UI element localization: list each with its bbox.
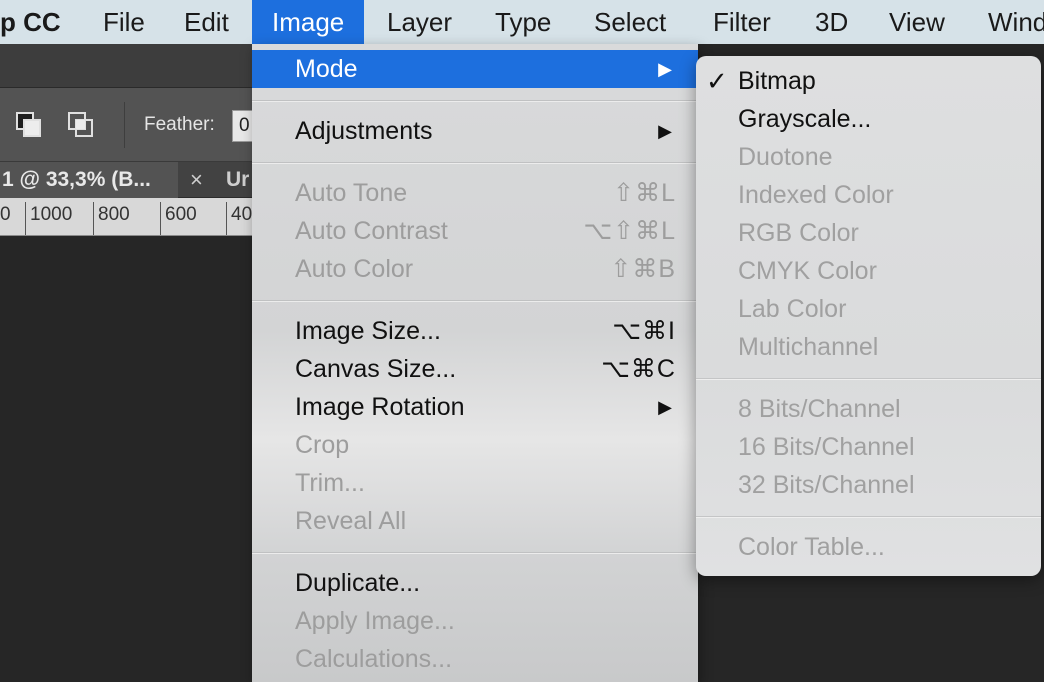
submenu-item-label: Indexed Color [738,181,894,209]
submenu-item-color-table[interactable]: Color Table... [696,528,1041,566]
menubar-edit[interactable]: Edit [184,0,229,44]
menubar-file[interactable]: File [103,0,145,44]
submenu-item-label: 16 Bits/Channel [738,433,915,461]
ruler-tick: 1000 [25,202,72,235]
menu-item-mode[interactable]: Mode ▶ [252,50,698,88]
menubar-type[interactable]: Type [495,0,551,44]
submenu-item-lab-color[interactable]: Lab Color [696,290,1041,328]
intersect-selection-icon[interactable] [66,110,96,140]
submenu-item-rgb-color[interactable]: RGB Color [696,214,1041,252]
menu-item-canvas-size[interactable]: Canvas Size... ⌥⌘C [252,350,698,388]
submenu-item-indexed-color[interactable]: Indexed Color [696,176,1041,214]
menu-item-reveal-all[interactable]: Reveal All [252,502,698,540]
feather-label: Feather: [144,114,215,135]
submenu-item-grayscale[interactable]: Grayscale... [696,100,1041,138]
submenu-item-label: 8 Bits/Channel [738,395,901,423]
menu-separator [252,100,698,102]
menu-shortcut: ⌥⇧⌘L [583,217,676,245]
submenu-separator [696,378,1041,380]
application-bar [0,44,252,88]
menu-item-auto-contrast[interactable]: Auto Contrast ⌥⇧⌘L [252,212,698,250]
menu-item-label: Duplicate... [295,569,421,597]
checkmark-icon: ✓ [706,66,728,96]
menu-item-label: Auto Color [295,255,414,283]
menubar-image[interactable]: Image [252,0,365,44]
ruler-tick: 0 [0,204,11,225]
options-divider [124,102,125,148]
document-tab-active[interactable]: 1 @ 33,3% (B... [0,162,178,198]
menu-item-label: Auto Contrast [295,217,448,245]
submenu-item-label: Bitmap [738,67,816,95]
menu-item-label: Reveal All [295,507,407,535]
menu-item-label: Calculations... [295,645,453,673]
submenu-item-label: Duotone [738,143,833,171]
horizontal-ruler: 0 1000 800 600 40 [0,198,252,236]
ruler-tick: 800 [93,202,130,235]
ruler-tick: 40 [226,202,252,235]
submenu-item-16-bits[interactable]: 16 Bits/Channel [696,428,1041,466]
submenu-item-bitmap[interactable]: ✓ Bitmap [696,62,1041,100]
submenu-item-label: RGB Color [738,219,859,247]
menu-item-label: Image Size... [295,317,441,345]
submenu-item-label: 32 Bits/Channel [738,471,915,499]
submenu-item-multichannel[interactable]: Multichannel [696,328,1041,366]
subtract-selection-icon[interactable] [14,110,44,140]
menu-shortcut: ⇧⌘L [613,179,676,207]
menu-item-image-rotation[interactable]: Image Rotation ▶ [252,388,698,426]
menu-item-auto-color[interactable]: Auto Color ⇧⌘B [252,250,698,288]
menu-bar: p CC File Edit Image Layer Type Select F… [0,0,1044,44]
menu-separator [252,162,698,164]
menu-shortcut: ⇧⌘B [610,255,676,283]
menu-item-label: Canvas Size... [295,355,457,383]
menu-item-trim[interactable]: Trim... [252,464,698,502]
document-tab-other[interactable]: Ur [226,162,249,198]
menu-item-label: Apply Image... [295,607,455,635]
menu-shortcut: ⌥⌘C [601,355,676,383]
menubar-layer[interactable]: Layer [387,0,452,44]
menubar-app-name[interactable]: p CC [0,0,61,44]
document-tabs: 1 @ 33,3% (B... × Ur [0,162,252,198]
close-tab-icon[interactable]: × [190,162,203,198]
menu-item-duplicate[interactable]: Duplicate... [252,564,698,602]
submenu-item-32-bits[interactable]: 32 Bits/Channel [696,466,1041,504]
submenu-item-label: CMYK Color [738,257,877,285]
menu-item-label: Image Rotation [295,393,465,421]
mode-submenu: ✓ Bitmap Grayscale... Duotone Indexed Co… [696,56,1041,576]
menubar-3d[interactable]: 3D [815,0,848,44]
menu-item-calculations[interactable]: Calculations... [252,640,698,678]
menubar-window[interactable]: Wind [988,0,1044,44]
menu-item-label: Crop [295,431,350,459]
submenu-item-label: Lab Color [738,295,847,323]
submenu-item-label: Multichannel [738,333,879,361]
canvas-area [0,236,252,682]
ruler-tick: 600 [160,202,197,235]
menu-item-adjustments[interactable]: Adjustments ▶ [252,112,698,150]
menu-item-label: Mode [295,55,358,83]
menubar-select[interactable]: Select [594,0,666,44]
submenu-item-cmyk-color[interactable]: CMYK Color [696,252,1041,290]
image-menu: Mode ▶ Adjustments ▶ Auto Tone ⇧⌘L Auto … [252,44,698,682]
menubar-view[interactable]: View [889,0,945,44]
menu-separator [252,552,698,554]
submenu-item-duotone[interactable]: Duotone [696,138,1041,176]
menu-item-label: Trim... [295,469,365,497]
menu-item-image-size[interactable]: Image Size... ⌥⌘I [252,312,698,350]
submenu-item-label: Color Table... [738,533,885,561]
menu-item-label: Auto Tone [295,179,408,207]
submenu-arrow-icon: ▶ [658,59,672,79]
menu-item-label: Adjustments [295,117,433,145]
menu-shortcut: ⌥⌘I [612,317,676,345]
menu-item-auto-tone[interactable]: Auto Tone ⇧⌘L [252,174,698,212]
menu-separator [252,300,698,302]
submenu-item-8-bits[interactable]: 8 Bits/Channel [696,390,1041,428]
menubar-filter[interactable]: Filter [713,0,771,44]
menu-item-apply-image[interactable]: Apply Image... [252,602,698,640]
options-bar: Feather: 0 [0,88,272,162]
menu-item-crop[interactable]: Crop [252,426,698,464]
submenu-arrow-icon: ▶ [658,397,672,417]
submenu-arrow-icon: ▶ [658,121,672,141]
submenu-item-label: Grayscale... [738,105,872,133]
submenu-separator [696,516,1041,518]
